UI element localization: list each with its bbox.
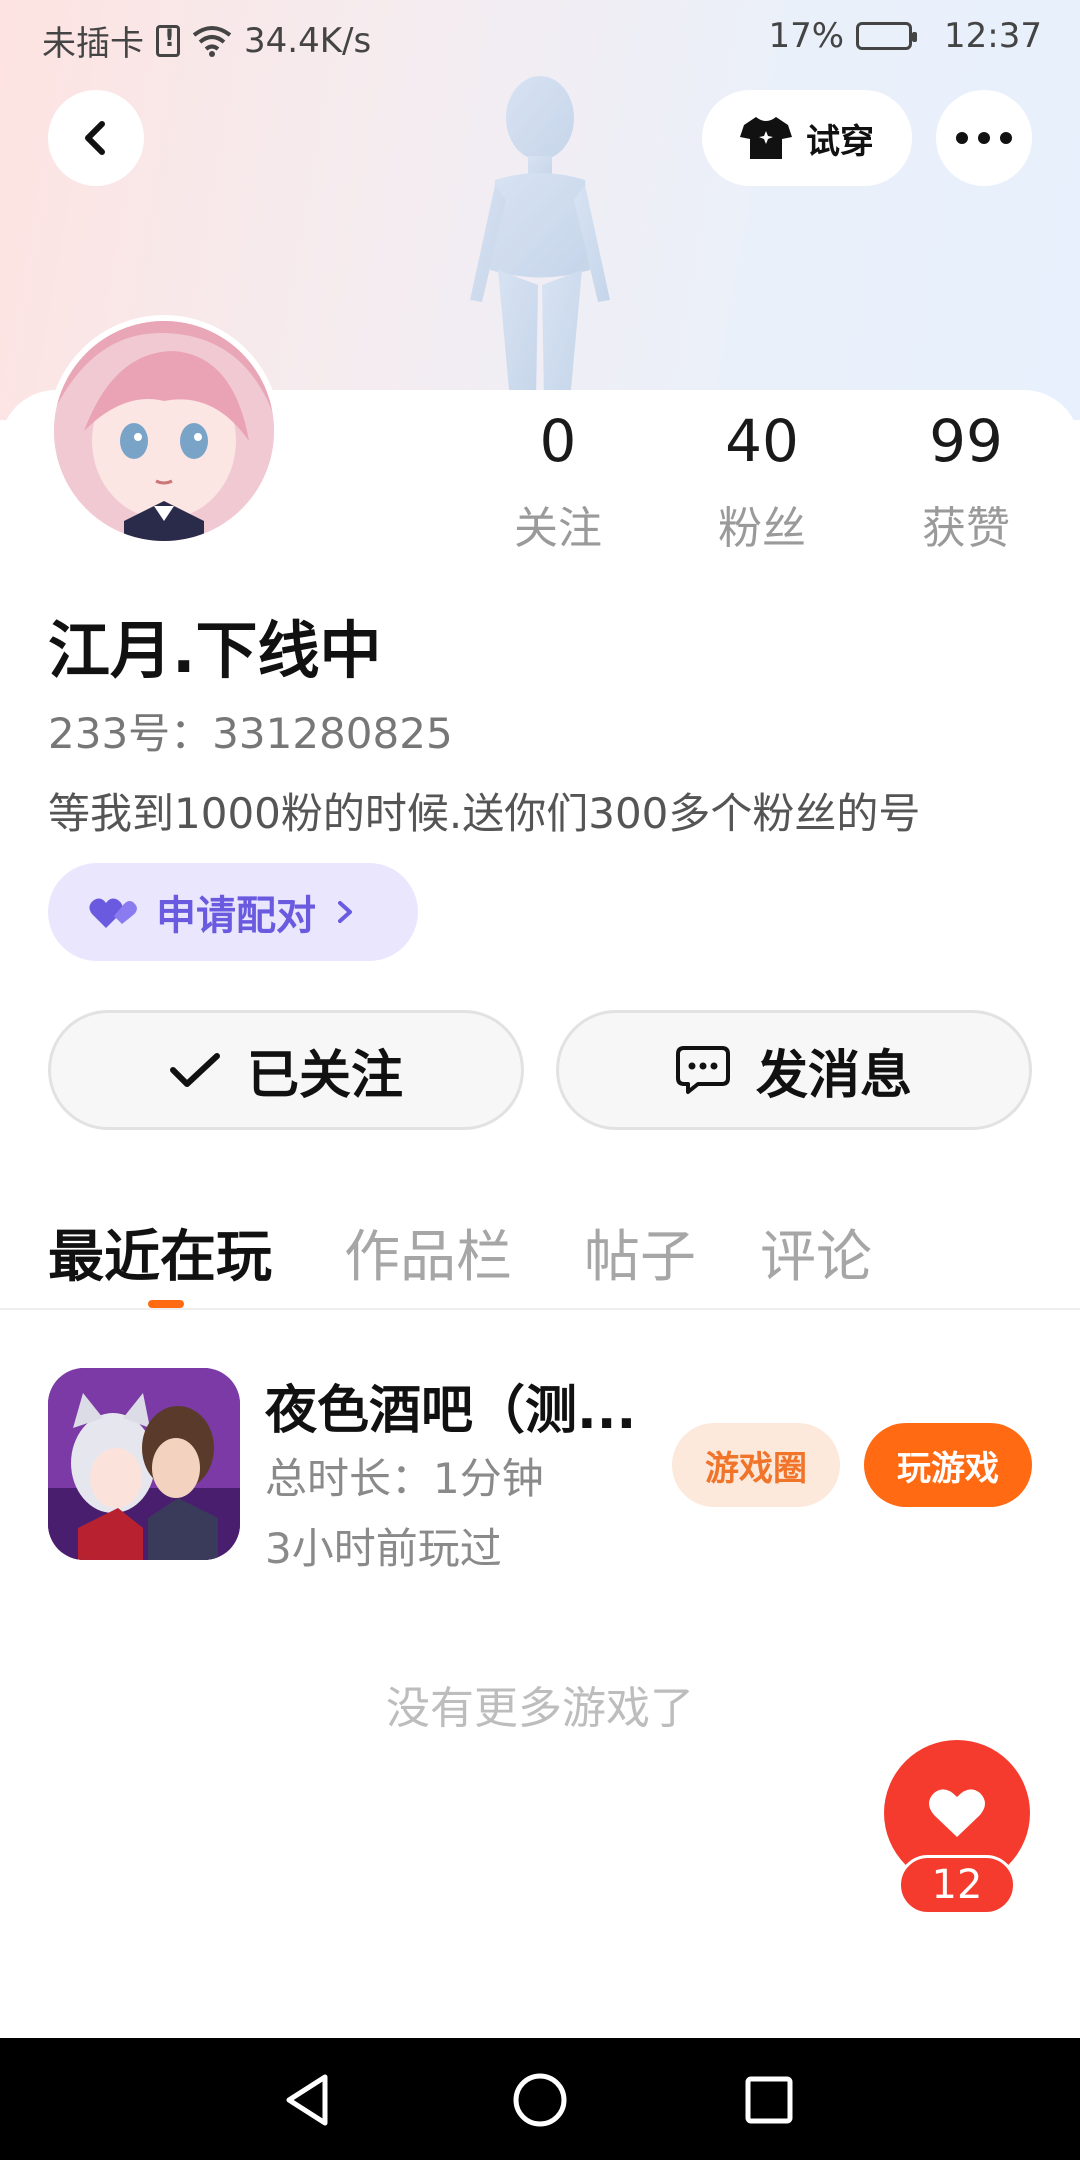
try-on-button[interactable]: 试穿	[702, 90, 912, 186]
tab-comments[interactable]: 评论	[760, 1212, 872, 1293]
nav-back-button[interactable]	[268, 2060, 348, 2140]
apply-pair-button[interactable]: 申请配对	[48, 863, 418, 961]
like-count-badge: 12	[898, 1855, 1016, 1915]
stat-likes[interactable]: 99 获赞	[876, 412, 1056, 556]
following-count: 0	[539, 407, 577, 475]
game-circle-button[interactable]: 游戏圈	[672, 1423, 840, 1507]
followed-button[interactable]: 已关注	[48, 1010, 524, 1130]
tab-posts[interactable]: 帖子	[584, 1212, 696, 1293]
username: 江月.下线中	[48, 614, 382, 687]
heart-icon	[929, 1789, 985, 1837]
status-bar: 未插卡 34.4K/s 17% 12:37	[0, 0, 1080, 72]
followers-label: 粉丝	[718, 503, 806, 554]
no-more-games-text: 没有更多游戏了	[386, 1683, 694, 1734]
apply-pair-label: 申请配对	[156, 893, 316, 939]
followers-count: 40	[725, 407, 799, 475]
battery-icon	[856, 22, 918, 50]
square-recents-icon	[745, 2076, 793, 2124]
system-nav-bar	[0, 2038, 1080, 2160]
likes-label: 获赞	[922, 503, 1010, 554]
stat-following[interactable]: 0 关注	[468, 412, 648, 556]
game-title[interactable]: 夜色酒吧（测...	[265, 1368, 636, 1443]
send-message-label: 发消息	[755, 1045, 912, 1106]
chevron-right-icon	[338, 901, 352, 923]
check-icon	[169, 1053, 220, 1087]
profile-tabs: 最近在玩 作品栏 帖子 评论	[0, 1200, 1080, 1310]
nav-recents-button[interactable]	[729, 2060, 809, 2140]
game-icon[interactable]	[48, 1368, 240, 1560]
game-last-played: 3小时前玩过	[265, 1524, 502, 1573]
sim-alert-icon	[156, 24, 180, 57]
battery-percent-text: 17%	[768, 16, 845, 56]
back-button[interactable]	[48, 90, 144, 186]
triangle-back-icon	[286, 2074, 328, 2126]
active-tab-indicator	[148, 1300, 184, 1308]
play-game-button[interactable]: 玩游戏	[864, 1423, 1032, 1507]
wifi-icon	[192, 25, 232, 57]
likes-count: 99	[929, 407, 1003, 475]
tab-recently-played[interactable]: 最近在玩	[48, 1212, 272, 1293]
following-label: 关注	[514, 503, 602, 554]
user-id: 233号：331280825	[48, 709, 453, 758]
nav-home-button[interactable]	[500, 2060, 580, 2140]
avatar[interactable]	[48, 315, 280, 547]
net-speed-text: 34.4K/s	[244, 20, 372, 61]
more-dots-icon	[956, 132, 1012, 144]
send-message-button[interactable]: 发消息	[556, 1010, 1032, 1130]
anime-avatar-icon	[54, 321, 274, 541]
tab-works[interactable]: 作品栏	[344, 1212, 512, 1293]
game-duration: 总时长：1分钟	[265, 1454, 544, 1503]
circle-home-icon	[513, 2073, 567, 2127]
game-cover-icon	[48, 1368, 240, 1560]
chevron-left-icon	[85, 121, 105, 155]
try-on-label: 试穿	[806, 121, 874, 162]
clock-text: 12:37	[944, 16, 1042, 56]
hearts-icon	[89, 898, 137, 928]
carrier-text: 未插卡	[42, 24, 144, 64]
tshirt-icon	[740, 117, 792, 159]
user-bio: 等我到1000粉的时候.送你们300多个粉丝的号	[48, 789, 921, 838]
stat-followers[interactable]: 40 粉丝	[672, 412, 852, 556]
followed-label: 已关注	[246, 1045, 403, 1106]
avatar-figure-icon	[470, 76, 610, 400]
more-button[interactable]	[936, 90, 1032, 186]
chat-bubble-icon	[675, 1046, 730, 1094]
